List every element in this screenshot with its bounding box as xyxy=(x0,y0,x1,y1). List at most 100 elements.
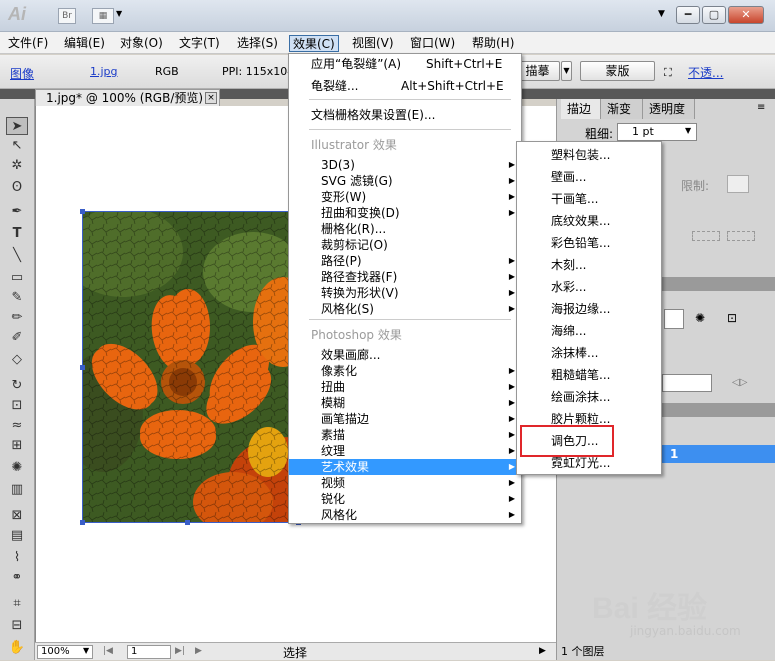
status-arrow-icon[interactable]: ▶ xyxy=(195,646,202,656)
illustrator-effect-item[interactable]: 扭曲和变换(D) ▶ xyxy=(289,205,521,221)
type-tool-icon[interactable]: T xyxy=(6,225,28,243)
tab-stroke[interactable]: 描边 xyxy=(561,99,601,119)
photoshop-effect-item[interactable]: 视频 ▶ xyxy=(289,475,521,491)
artistic-effect-item[interactable]: 水彩... xyxy=(517,279,661,295)
selection-handle[interactable] xyxy=(80,209,85,214)
panel-menu-icon[interactable]: ≡ xyxy=(757,102,765,113)
photoshop-effect-item[interactable]: 锐化 ▶ xyxy=(289,491,521,507)
menu-effect[interactable]: 效果(C) xyxy=(289,35,339,52)
symbol-sprayer-tool-icon[interactable]: ✺ xyxy=(6,459,28,477)
menu-edit[interactable]: 编辑(E) xyxy=(61,35,108,52)
menu-view[interactable]: 视图(V) xyxy=(349,35,397,52)
workspace-chevron-icon[interactable]: ▼ xyxy=(658,9,665,19)
selection-handle[interactable] xyxy=(185,520,190,525)
artistic-effect-item[interactable]: 霓虹灯光... xyxy=(517,455,661,471)
next-page-icon[interactable]: ▶| xyxy=(175,646,185,656)
eyedropper-tool-icon[interactable]: ⌇ xyxy=(6,549,28,567)
artistic-effect-item[interactable]: 底纹效果... xyxy=(517,213,661,229)
last-effect-item[interactable]: 龟裂缝... Alt+Shift+Ctrl+E xyxy=(289,78,521,94)
eraser-tool-icon[interactable]: ◇ xyxy=(6,351,28,369)
opacity-link[interactable]: 不透... xyxy=(688,64,723,81)
apply-last-effect-item[interactable]: 应用“龟裂缝”(A) Shift+Ctrl+E xyxy=(289,56,521,72)
paintbrush-tool-icon[interactable]: ✎ xyxy=(6,289,28,307)
scale-tool-icon[interactable]: ⊡ xyxy=(6,397,28,415)
maximize-button[interactable]: ▢ xyxy=(702,6,726,24)
artistic-effect-item[interactable]: 壁画... xyxy=(517,169,661,185)
gradient-tool-icon[interactable]: ▤ xyxy=(6,527,28,545)
menu-type[interactable]: 文字(T) xyxy=(176,35,223,52)
photoshop-effect-item[interactable]: 扭曲 ▶ xyxy=(289,379,521,395)
photoshop-effect-item[interactable]: 素描 ▶ xyxy=(289,427,521,443)
menu-object[interactable]: 对象(O) xyxy=(117,35,166,52)
artistic-effect-item[interactable]: 木刻... xyxy=(517,257,661,273)
pencil-tool-icon[interactable]: ✏ xyxy=(6,309,28,327)
artistic-effect-item[interactable]: 彩色铅笔... xyxy=(517,235,661,251)
page-field[interactable]: 1 xyxy=(127,645,171,659)
illustrator-effect-item[interactable]: 变形(W) ▶ xyxy=(289,189,521,205)
illustrator-effect-item[interactable]: 路径(P) ▶ xyxy=(289,253,521,269)
illustrator-effect-item[interactable]: 3D(3) ▶ xyxy=(289,157,521,173)
artistic-effect-item[interactable]: 塑料包装... xyxy=(517,147,661,163)
illustrator-effect-item[interactable]: SVG 滤镜(G) ▶ xyxy=(289,173,521,189)
photoshop-effect-item[interactable]: 风格化 ▶ xyxy=(289,507,521,523)
minimize-button[interactable]: ━ xyxy=(676,6,700,24)
illustrator-effect-item[interactable]: 栅格化(R)... xyxy=(289,221,521,237)
line-tool-icon[interactable]: ╲ xyxy=(6,247,28,265)
photoshop-effect-item[interactable]: 艺术效果 ▶ xyxy=(289,459,521,475)
raster-settings-item[interactable]: 文档栅格效果设置(E)... xyxy=(289,107,521,123)
photoshop-effect-item[interactable]: 纹理 ▶ xyxy=(289,443,521,459)
warp-tool-icon[interactable]: ≈ xyxy=(6,417,28,435)
illustrator-effect-item[interactable]: 转换为形状(V) ▶ xyxy=(289,285,521,301)
first-page-icon[interactable]: |◀ xyxy=(103,646,113,656)
menu-select[interactable]: 选择(S) xyxy=(234,35,281,52)
tab-transparency[interactable]: 透明度 xyxy=(643,99,695,119)
illustrator-effect-item[interactable]: 风格化(S) ▶ xyxy=(289,301,521,317)
lasso-tool-icon[interactable]: ʘ xyxy=(6,179,28,197)
close-button[interactable]: ✕ xyxy=(728,6,764,24)
photoshop-effect-item[interactable]: 像素化 ▶ xyxy=(289,363,521,379)
trace-dropdown-button[interactable]: ▼ xyxy=(561,61,572,81)
image-label-link[interactable]: 图像 xyxy=(10,65,34,82)
blend-tool-icon[interactable]: ⚭ xyxy=(6,569,28,587)
file-link[interactable]: 1.jpg xyxy=(90,65,118,78)
tab-gradient[interactable]: 渐变 xyxy=(601,99,643,119)
slice-tool-icon[interactable]: ⌗ xyxy=(6,595,28,613)
selection-handle[interactable] xyxy=(80,520,85,525)
chevron-down-icon[interactable]: ▼ xyxy=(116,9,122,18)
hand-tool-icon[interactable]: ✋ xyxy=(6,639,28,657)
status-menu-icon[interactable]: ▶ xyxy=(539,646,546,656)
pen-tool-icon[interactable]: ✒ xyxy=(6,203,28,221)
illustrator-effect-item[interactable]: 路径查找器(F) ▶ xyxy=(289,269,521,285)
layer-row[interactable]: 1 xyxy=(662,445,775,463)
mirror-icon[interactable]: ◁▷ xyxy=(732,377,747,388)
artistic-effect-item[interactable]: 粗糙蜡笔... xyxy=(517,367,661,383)
photoshop-effect-item[interactable]: 效果画廊... xyxy=(289,347,521,363)
menu-help[interactable]: 帮助(H) xyxy=(469,35,517,52)
free-transform-tool-icon[interactable]: ⊞ xyxy=(6,437,28,455)
magic-wand-tool-icon[interactable]: ✲ xyxy=(6,157,28,175)
rectangle-tool-icon[interactable]: ▭ xyxy=(6,269,28,287)
artistic-effect-item[interactable]: 绘画涂抹... xyxy=(517,389,661,405)
mesh-tool-icon[interactable]: ⊠ xyxy=(6,507,28,525)
blob-brush-tool-icon[interactable]: ✐ xyxy=(6,329,28,347)
arrange-documents-icon[interactable]: ▦ xyxy=(92,8,114,24)
flower-image[interactable] xyxy=(82,211,298,523)
graph-tool-icon[interactable]: ▥ xyxy=(6,481,28,499)
transform-icon[interactable]: ⛶ xyxy=(664,66,672,80)
selection-handle[interactable] xyxy=(80,365,85,370)
photoshop-effect-item[interactable]: 画笔描边 ▶ xyxy=(289,411,521,427)
menu-window[interactable]: 窗口(W) xyxy=(407,35,458,52)
new-swatch-icon[interactable]: ⊡ xyxy=(727,311,737,325)
menu-file[interactable]: 文件(F) xyxy=(5,35,51,52)
gear-icon[interactable]: ✺ xyxy=(695,311,705,325)
panel-field[interactable] xyxy=(662,374,712,392)
weight-dropdown-icon[interactable]: ▼ xyxy=(685,126,691,135)
mask-button[interactable]: 蒙版 xyxy=(580,61,655,81)
artistic-effect-item[interactable]: 海报边缘... xyxy=(517,301,661,317)
document-close-icon[interactable]: × xyxy=(205,92,217,104)
selection-tool-icon[interactable]: ➤ xyxy=(6,117,28,135)
rotate-tool-icon[interactable]: ↻ xyxy=(6,377,28,395)
photoshop-effect-item[interactable]: 模糊 ▶ xyxy=(289,395,521,411)
illustrator-effect-item[interactable]: 裁剪标记(O) xyxy=(289,237,521,253)
direct-selection-tool-icon[interactable]: ↖ xyxy=(6,137,28,155)
